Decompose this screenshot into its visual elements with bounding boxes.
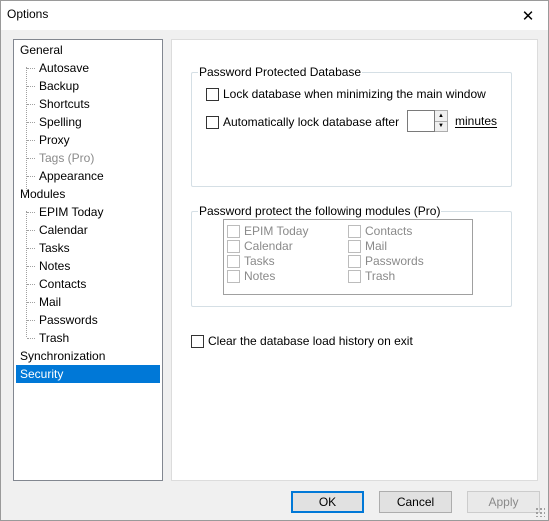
options-tree[interactable]: General Autosave Backup Shortcuts Spelli… <box>13 39 163 481</box>
checkbox-label: Notes <box>244 269 276 283</box>
module-checkbox-mail[interactable]: Mail <box>348 238 387 254</box>
checkbox-label: Lock database when minimizing the main w… <box>223 87 486 101</box>
tree-item-spelling[interactable]: Spelling <box>39 113 82 131</box>
auto-lock-minutes-spinner[interactable]: ▲ ▼ <box>407 110 448 132</box>
checkbox-box[interactable] <box>227 224 240 238</box>
protect-modules-group: Password protect the following modules (… <box>191 204 512 307</box>
checkbox-box[interactable] <box>348 224 361 238</box>
password-protected-database-group: Password Protected Database Lock databas… <box>191 65 512 187</box>
checkbox-box[interactable] <box>206 87 219 101</box>
spin-down-icon[interactable]: ▼ <box>435 122 447 132</box>
minutes-label: minutes <box>455 114 498 128</box>
tree-branch <box>27 266 35 267</box>
tree-branch <box>27 86 35 87</box>
tree-branch <box>27 212 35 213</box>
checkbox-label: Tasks <box>244 254 275 268</box>
tree-branch <box>27 338 35 339</box>
checkbox-label: Contacts <box>365 224 413 238</box>
tree-item-synchronization[interactable]: Synchronization <box>20 347 105 365</box>
checkbox-label: Passwords <box>365 254 424 268</box>
apply-button[interactable]: Apply <box>467 491 540 513</box>
tree-branch <box>27 122 35 123</box>
tree-item-epim-today[interactable]: EPIM Today <box>39 203 103 221</box>
clear-load-history-checkbox[interactable]: Clear the database load history on exit <box>191 333 413 349</box>
tree-item-backup[interactable]: Backup <box>39 77 79 95</box>
tree-item-notes[interactable]: Notes <box>39 257 70 275</box>
checkbox-label: Automatically lock database after <box>223 115 400 129</box>
checkbox-box[interactable] <box>206 115 219 129</box>
tree-branch <box>27 176 35 177</box>
checkbox-label: Calendar <box>244 239 293 253</box>
checkbox-box[interactable] <box>348 269 361 283</box>
tree-item-shortcuts[interactable]: Shortcuts <box>39 95 90 113</box>
tree-item-trash[interactable]: Trash <box>39 329 69 347</box>
tree-item-tags[interactable]: Tags (Pro) <box>39 149 94 167</box>
checkbox-box[interactable] <box>227 254 240 268</box>
module-checkbox-calendar[interactable]: Calendar <box>227 238 293 254</box>
tree-item-contacts[interactable]: Contacts <box>39 275 86 293</box>
tree-branch <box>27 284 35 285</box>
cancel-button[interactable]: Cancel <box>379 491 452 513</box>
tree-item-security[interactable]: Security <box>16 365 160 383</box>
tree-branch <box>27 248 35 249</box>
module-checkbox-contacts[interactable]: Contacts <box>348 223 412 239</box>
tree-item-general[interactable]: General <box>20 41 63 59</box>
group-legend: Password protect the following modules (… <box>198 204 442 218</box>
lock-on-minimize-checkbox[interactable]: Lock database when minimizing the main w… <box>206 86 486 102</box>
tree-item-autosave[interactable]: Autosave <box>39 59 89 77</box>
module-checkbox-passwords[interactable]: Passwords <box>348 253 424 269</box>
tree-branch <box>27 320 35 321</box>
module-checkbox-epim-today[interactable]: EPIM Today <box>227 223 308 239</box>
tree-item-proxy[interactable]: Proxy <box>39 131 70 149</box>
checkbox-box[interactable] <box>227 269 240 283</box>
auto-lock-checkbox[interactable]: Automatically lock database after <box>206 114 399 130</box>
tree-branch <box>27 140 35 141</box>
modules-list-box: EPIM Today Calendar Tasks Notes Contacts <box>223 219 473 295</box>
tree-item-modules[interactable]: Modules <box>20 185 65 203</box>
checkbox-label: Clear the database load history on exit <box>208 334 413 348</box>
tree-branch <box>27 302 35 303</box>
minutes-input[interactable] <box>407 110 435 132</box>
window-title: Options <box>7 7 49 21</box>
tree-branch <box>27 104 35 105</box>
tree-item-calendar[interactable]: Calendar <box>39 221 88 239</box>
checkbox-box[interactable] <box>191 334 204 348</box>
module-checkbox-tasks[interactable]: Tasks <box>227 253 275 269</box>
tree-item-appearance[interactable]: Appearance <box>39 167 104 185</box>
checkbox-box[interactable] <box>227 239 240 253</box>
tree-branch <box>27 68 35 69</box>
checkbox-box[interactable] <box>348 239 361 253</box>
close-icon[interactable]: ✕ <box>508 1 548 30</box>
module-checkbox-trash[interactable]: Trash <box>348 268 395 284</box>
ok-button[interactable]: OK <box>291 491 364 513</box>
group-legend: Password Protected Database <box>198 65 363 79</box>
tree-item-mail[interactable]: Mail <box>39 293 61 311</box>
checkbox-label: Mail <box>365 239 388 253</box>
tree-item-tasks[interactable]: Tasks <box>39 239 70 257</box>
module-checkbox-notes[interactable]: Notes <box>227 268 275 284</box>
title-bar: Options ✕ <box>1 1 548 30</box>
tree-item-passwords[interactable]: Passwords <box>39 311 98 329</box>
spinner-buttons[interactable]: ▲ ▼ <box>435 110 448 132</box>
checkbox-label: Trash <box>365 269 396 283</box>
checkbox-box[interactable] <box>348 254 361 268</box>
checkbox-label: EPIM Today <box>244 224 309 238</box>
tree-branch <box>27 230 35 231</box>
security-panel: Password Protected Database Lock databas… <box>171 39 538 481</box>
spin-up-icon[interactable]: ▲ <box>435 111 447 122</box>
tree-branch <box>27 158 35 159</box>
options-dialog: Options ✕ General Autosave Backup Shortc… <box>0 0 549 521</box>
resize-grip-icon[interactable] <box>535 507 545 517</box>
